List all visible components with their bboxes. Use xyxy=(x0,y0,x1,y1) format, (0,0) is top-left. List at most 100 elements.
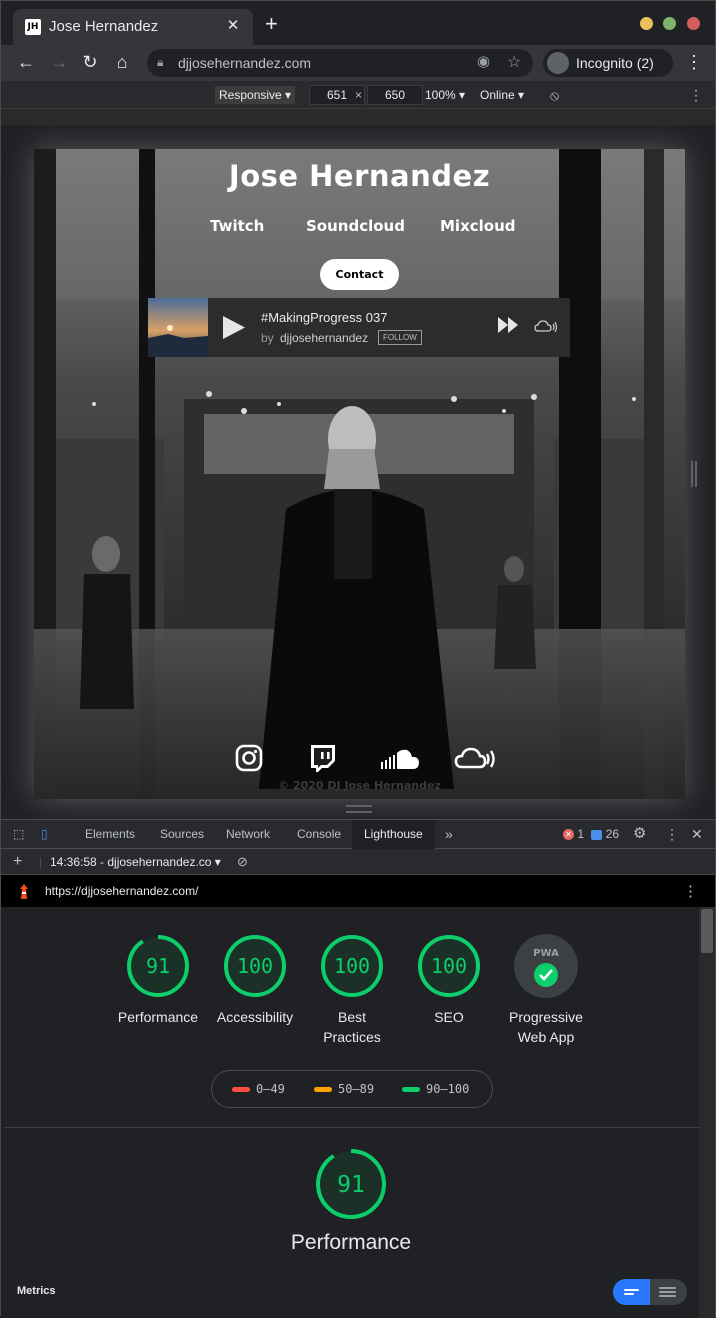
gauge-label: Accessibility xyxy=(216,1009,294,1025)
device-viewport: Jose Hernandez Twitch Soundcloud Mixclou… xyxy=(1,125,715,819)
track-artist[interactable]: djjosehernandez xyxy=(280,331,368,345)
close-window-button[interactable] xyxy=(687,17,700,30)
maximize-button[interactable] xyxy=(663,17,676,30)
eye-icon[interactable]: ◉ xyxy=(477,52,490,70)
report-select[interactable]: 14:36:58 - djjosehernandez.co ▾ xyxy=(50,848,221,876)
reload-icon[interactable]: ↻ xyxy=(79,51,101,73)
device-mode-select[interactable]: Responsive ▾ xyxy=(215,86,296,104)
gauge-ring: 91 xyxy=(127,935,189,997)
settings-gear-icon[interactable]: ⚙ xyxy=(633,820,646,848)
tab-title: Jose Hernandez xyxy=(49,18,159,35)
lighthouse-topbar: https://djjosehernandez.com/ ⋮ xyxy=(1,875,715,907)
error-counter[interactable]: ✕ 1 26 xyxy=(563,820,619,848)
clear-reports-icon[interactable]: ⊘ xyxy=(237,848,248,876)
address-bar[interactable]: 🔒︎ djjosehernandez.com ◉ ☆ xyxy=(147,49,533,77)
gauge-ring: 91 xyxy=(316,1149,386,1219)
forward-icon[interactable]: → xyxy=(48,51,70,73)
compact-view-icon-line xyxy=(624,1293,634,1295)
legend-fail-range: 0–49 xyxy=(256,1082,285,1096)
metrics-view-toggle[interactable] xyxy=(613,1279,687,1305)
nav-link-mixcloud[interactable]: Mixcloud xyxy=(440,217,516,235)
play-icon[interactable] xyxy=(208,298,260,357)
soundcloud-icon[interactable] xyxy=(379,743,421,773)
score-legend: 0–49 50–89 90–100 xyxy=(211,1070,493,1108)
device-toggle-icon[interactable]: ▯ xyxy=(41,820,48,848)
twitch-icon[interactable] xyxy=(308,743,338,773)
lighthouse-logo-icon xyxy=(20,884,28,899)
gauge-ring: 100 xyxy=(321,935,383,997)
track-title[interactable]: #MakingProgress 037 xyxy=(261,310,387,325)
favicon-icon: JH xyxy=(25,19,41,35)
nav-link-soundcloud[interactable]: Soundcloud xyxy=(306,217,405,235)
error-icon: ✕ xyxy=(563,829,574,841)
tab-lighthouse[interactable]: Lighthouse xyxy=(352,820,435,849)
gauge-ring: 100 xyxy=(224,935,286,997)
hero-photo xyxy=(34,149,685,799)
gauge-best-practices[interactable]: 100 Best Practices xyxy=(302,933,402,1047)
expanded-view-icon-line xyxy=(659,1295,676,1297)
gauge-ring: 100 xyxy=(418,935,480,997)
track-artwork[interactable] xyxy=(148,298,208,357)
report-time: 14:36:58 - djjosehernandez.co xyxy=(50,855,212,869)
report-scrollbar[interactable] xyxy=(699,907,715,1318)
copyright-text: © 2020 DJ Jose Hernandez xyxy=(278,779,441,792)
minimize-button[interactable] xyxy=(640,17,653,30)
lock-icon: 🔒︎ xyxy=(157,55,164,69)
gauge-label: Best Practices xyxy=(323,1009,381,1045)
section-divider xyxy=(5,1127,699,1128)
tab-elements[interactable]: Elements xyxy=(85,820,135,848)
inspect-element-icon[interactable]: ⬚ xyxy=(13,820,24,848)
next-track-icon[interactable] xyxy=(496,315,520,335)
expanded-view-icon[interactable] xyxy=(659,1287,676,1289)
report-menu-icon[interactable]: ⋮ xyxy=(683,882,698,900)
close-tab-icon[interactable]: ✕ xyxy=(223,16,243,34)
browser-tab[interactable]: JH Jose Hernandez ✕ xyxy=(13,9,253,45)
gauge-pwa[interactable]: PWA Progressive Web App xyxy=(496,933,596,1047)
viewport-side-handle[interactable] xyxy=(691,461,697,487)
lighthouse-toolbar: + | 14:36:58 - djjosehernandez.co ▾ ⊘ xyxy=(1,849,715,875)
incognito-button[interactable]: Incognito (2) xyxy=(543,49,673,77)
soundcloud-logo-icon[interactable] xyxy=(534,318,558,334)
zoom-select[interactable]: 100% ▾ xyxy=(425,86,465,104)
tab-sources[interactable]: Sources xyxy=(160,820,204,848)
mixcloud-icon[interactable] xyxy=(454,743,496,773)
toolbar-divider: | xyxy=(39,855,43,869)
media-query-bar xyxy=(1,109,715,125)
message-icon xyxy=(591,829,603,840)
home-icon[interactable]: ⌂ xyxy=(111,51,133,73)
device-menu-icon[interactable]: ⋮ xyxy=(689,86,703,104)
scrollbar-thumb[interactable] xyxy=(701,909,713,953)
gauge-label: SEO xyxy=(434,1009,464,1025)
follow-button[interactable]: FOLLOW xyxy=(378,330,422,345)
tab-console[interactable]: Console xyxy=(297,820,341,848)
legend-average-swatch xyxy=(314,1087,332,1092)
browser-toolbar: ← → ↻ ⌂ 🔒︎ djjosehernandez.com ◉ ☆ Incog… xyxy=(1,45,715,81)
tab-network[interactable]: Network xyxy=(226,820,270,848)
report-url[interactable]: https://djjosehernandez.com/ xyxy=(45,884,198,898)
menu-icon[interactable]: ⋮ xyxy=(683,51,705,73)
legend-average-range: 50–89 xyxy=(338,1082,375,1096)
close-devtools-icon[interactable]: ✕ xyxy=(691,820,703,848)
gauge-performance[interactable]: 91 Performance xyxy=(108,933,208,1027)
star-icon[interactable]: ☆ xyxy=(507,52,521,72)
viewport-resize-handle[interactable] xyxy=(346,805,372,813)
gauge-score: 100 xyxy=(334,954,370,978)
devtools-menu-icon[interactable]: ⋮ xyxy=(665,820,679,848)
gauge-accessibility[interactable]: 100 Accessibility xyxy=(205,933,305,1027)
legend-pass: 90–100 xyxy=(402,1082,469,1096)
incognito-label: Incognito (2) xyxy=(576,55,654,71)
compact-view-button[interactable] xyxy=(613,1279,650,1305)
contact-button[interactable]: Contact xyxy=(320,259,399,290)
pwa-badge-text: PWA xyxy=(533,948,559,959)
new-tab-icon[interactable]: + xyxy=(265,13,278,35)
gauge-score: 100 xyxy=(237,954,273,978)
more-tabs-icon[interactable]: » xyxy=(445,820,453,848)
network-select[interactable]: Online ▾ xyxy=(480,86,524,104)
height-input[interactable]: 650 xyxy=(367,85,423,105)
gauge-seo[interactable]: 100 SEO xyxy=(399,933,499,1027)
nav-link-twitch[interactable]: Twitch xyxy=(210,217,264,235)
back-icon[interactable]: ← xyxy=(15,51,37,73)
instagram-icon[interactable] xyxy=(234,743,264,773)
new-report-icon[interactable]: + xyxy=(13,848,22,876)
rotate-icon[interactable]: ⦸ xyxy=(550,86,559,104)
